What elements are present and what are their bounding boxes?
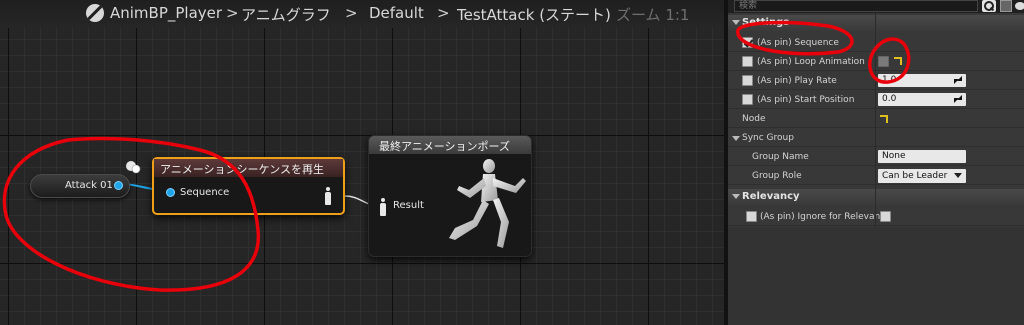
- red-annotation-circle: [2, 136, 261, 292]
- red-annotation-marks: [736, 20, 911, 84]
- anim-graph-canvas[interactable]: AnimBP_Player > アニムグラフ > Default > TestA…: [0, 0, 724, 325]
- details-panel: 検索 Settings (As pin) Sequence (As pin) L…: [724, 0, 1024, 325]
